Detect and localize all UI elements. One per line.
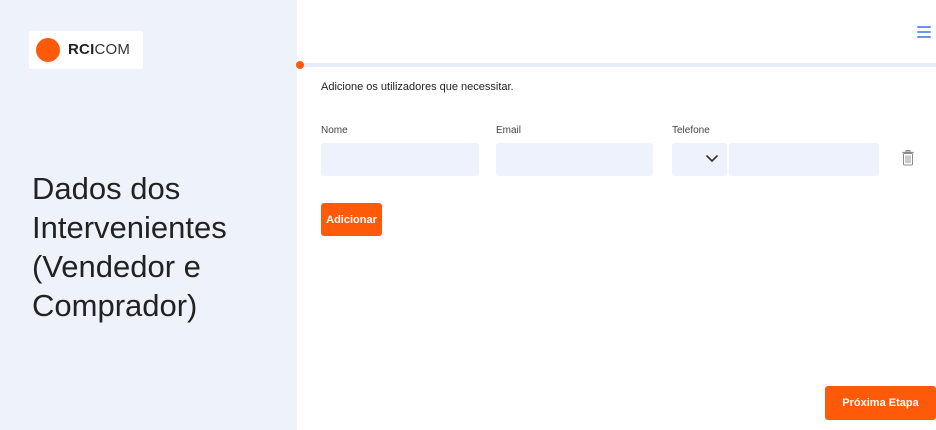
trash-icon[interactable] [902, 150, 914, 166]
next-step-button[interactable]: Próxima Etapa [825, 386, 936, 420]
telefone-input[interactable] [729, 143, 879, 176]
logo: RCICOM [29, 31, 143, 69]
chevron-down-icon [706, 155, 718, 162]
form-intro-text: Adicione os utilizadores que necessitar. [321, 81, 514, 93]
phone-country-select[interactable] [672, 143, 727, 176]
nome-input[interactable] [321, 143, 479, 176]
email-input[interactable] [496, 143, 653, 176]
page-title: Dados dos Intervenientes (Vendedor e Com… [32, 171, 227, 323]
email-label: Email [496, 125, 522, 136]
logo-text-light: COM [94, 41, 131, 58]
logo-text: RCICOM [68, 41, 130, 59]
nome-label: Nome [321, 125, 348, 136]
page: RCICOM Dados dos Intervenientes (Vendedo… [0, 0, 936, 430]
hamburger-menu-icon[interactable] [917, 26, 931, 40]
telefone-label: Telefone [672, 125, 710, 136]
add-user-button[interactable]: Adicionar [321, 203, 382, 236]
logo-circle-icon [36, 38, 60, 62]
logo-text-bold: RCI [68, 41, 95, 58]
sidebar-panel: RCICOM Dados dos Intervenientes (Vendedo… [0, 0, 297, 430]
progress-track [301, 63, 936, 67]
progress-step-indicator [296, 61, 304, 69]
